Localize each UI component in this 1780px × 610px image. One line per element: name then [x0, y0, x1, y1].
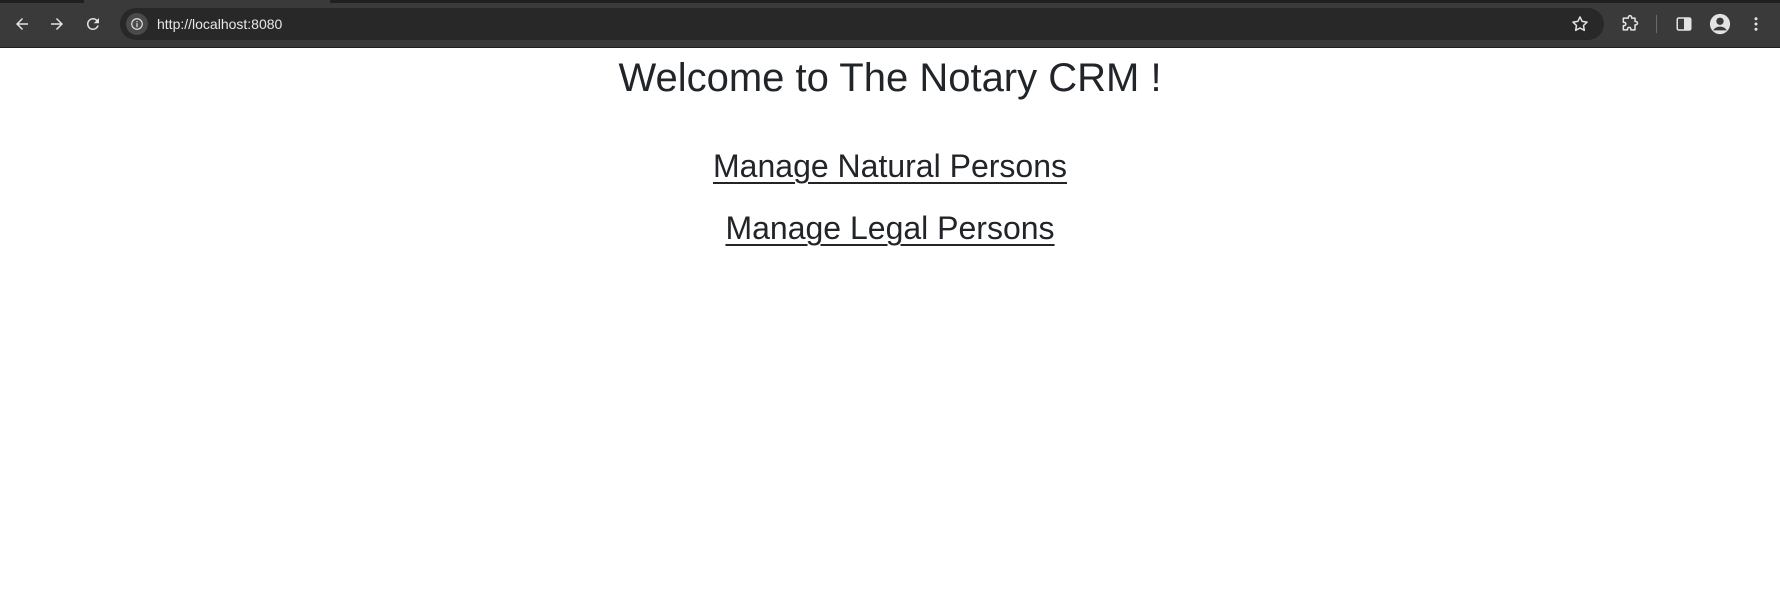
manage-legal-persons-link[interactable]: Manage Legal Persons: [0, 208, 1780, 248]
back-button[interactable]: [9, 11, 35, 37]
arrow-right-icon: [51, 18, 63, 30]
toolbar-divider: [1656, 15, 1657, 33]
manage-natural-persons-link[interactable]: Manage Natural Persons: [0, 146, 1780, 186]
active-tab-indicator[interactable]: [84, 0, 330, 3]
tab-strip: [0, 0, 1780, 3]
browser-toolbar: http://localhost:8080: [0, 0, 1780, 48]
arrow-left-icon: [16, 18, 28, 30]
info-icon[interactable]: [126, 13, 148, 35]
address-bar[interactable]: http://localhost:8080: [120, 8, 1604, 40]
profile-icon[interactable]: [1708, 12, 1732, 36]
navigation-links: Manage Natural Persons Manage Legal Pers…: [0, 146, 1780, 248]
url-text[interactable]: http://localhost:8080: [157, 15, 282, 33]
reload-icon: [86, 17, 99, 30]
side-panel-icon[interactable]: [1672, 12, 1696, 36]
puzzle-icon[interactable]: [1618, 12, 1642, 36]
star-icon[interactable]: [1570, 14, 1590, 34]
page-title: Welcome to The Notary CRM !: [618, 56, 1162, 100]
forward-button[interactable]: [44, 11, 70, 37]
kebab-menu-icon[interactable]: [1744, 12, 1768, 36]
reload-button[interactable]: [80, 11, 106, 37]
page-content: Welcome to The Notary CRM ! Manage Natur…: [0, 48, 1780, 610]
